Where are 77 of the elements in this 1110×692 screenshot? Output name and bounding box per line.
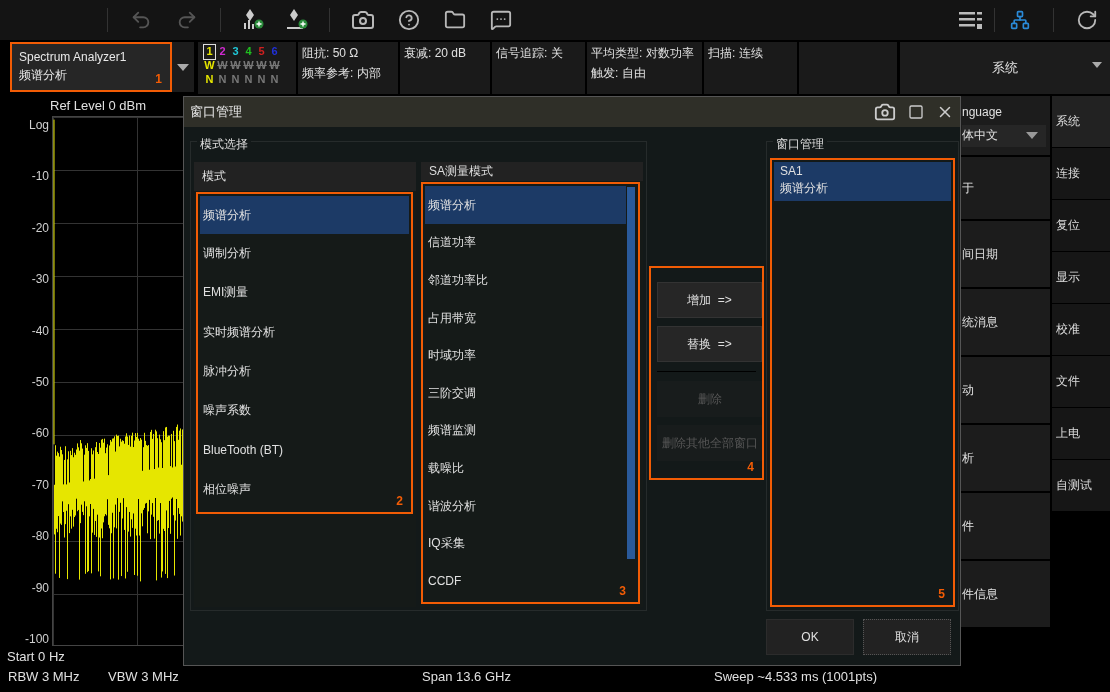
callout-number: 3 bbox=[619, 584, 626, 598]
language-dropdown[interactable]: 体中文 bbox=[962, 124, 1046, 147]
callout-number: 1 bbox=[155, 72, 162, 86]
callout-number: 2 bbox=[396, 494, 403, 508]
mode-item[interactable]: 频谱分析 bbox=[200, 196, 409, 234]
menu-header[interactable]: 系统 bbox=[900, 42, 1110, 94]
ok-button[interactable]: OK bbox=[766, 619, 854, 655]
measure-item[interactable]: 时域功率 bbox=[425, 336, 626, 375]
side-tab[interactable]: 自测试 bbox=[1052, 460, 1110, 511]
measure-item[interactable]: 信道功率 bbox=[425, 224, 626, 262]
mode-item[interactable]: 脉冲分析 bbox=[200, 351, 409, 392]
status-text: 触发: 自由 bbox=[591, 65, 647, 82]
cancel-button[interactable]: 取消 bbox=[863, 619, 951, 655]
measure-item[interactable]: 谐波分析 bbox=[425, 487, 626, 525]
callout-number: 4 bbox=[747, 460, 754, 474]
measure-item[interactable]: 频谱监测 bbox=[425, 412, 626, 450]
axis-label: -90 bbox=[31, 580, 49, 595]
trace-indicator[interactable]: 1 2 3 4 5 6 W W W W W W N N N N N N bbox=[198, 42, 296, 94]
axis-label: -50 bbox=[31, 374, 49, 389]
measure-item[interactable]: 邻道功率比 bbox=[425, 261, 626, 300]
mode-selector[interactable]: Spectrum Analyzer1 频谱分析 1 bbox=[10, 42, 172, 92]
mode-dropdown-button[interactable] bbox=[172, 42, 194, 92]
scrollbar[interactable] bbox=[627, 187, 635, 560]
dialog-title: 窗口管理 bbox=[190, 103, 243, 121]
action-button[interactable]: 替换 => bbox=[657, 326, 762, 362]
status-text: 阻抗: 50 Ω bbox=[302, 45, 360, 62]
scale-label: Log bbox=[28, 118, 49, 132]
side-tab[interactable]: 系统 bbox=[1052, 96, 1110, 147]
list-header: 模式 bbox=[194, 162, 416, 191]
side-tab[interactable]: 校准 bbox=[1052, 304, 1110, 355]
side-tab[interactable]: 连接 bbox=[1052, 148, 1110, 199]
group-title: 模式选择 bbox=[197, 136, 251, 153]
measure-item[interactable]: 载噪比 bbox=[425, 449, 626, 488]
mode-item[interactable]: 实时频谱分析 bbox=[200, 312, 409, 352]
measure-item[interactable]: 频谱分析 bbox=[425, 186, 626, 225]
mode-item[interactable]: 噪声系数 bbox=[200, 391, 409, 431]
measure-item[interactable]: IQ采集 bbox=[425, 524, 626, 563]
group-title: 窗口管理 bbox=[773, 136, 827, 153]
axis-label: -40 bbox=[31, 323, 49, 338]
marker-add-icon[interactable] bbox=[285, 8, 309, 32]
axis-label: -20 bbox=[31, 220, 49, 235]
mode-item[interactable]: EMI测量 bbox=[200, 273, 409, 313]
list-settings-icon[interactable] bbox=[958, 9, 984, 31]
camera-icon[interactable] bbox=[874, 101, 896, 123]
callout-number: 5 bbox=[938, 587, 945, 601]
status-text: 频率参考: 内部 bbox=[302, 65, 382, 82]
axis-label: -100 bbox=[24, 631, 49, 646]
maximize-icon[interactable] bbox=[908, 104, 924, 120]
measure-item[interactable]: 三阶交调 bbox=[425, 374, 626, 413]
help-icon[interactable] bbox=[396, 7, 422, 33]
status-text: 平均类型: 对数功率 bbox=[591, 45, 695, 62]
axis-label: -10 bbox=[31, 169, 49, 184]
ref-level-label: Ref Level 0 dBm bbox=[50, 97, 147, 115]
side-tab[interactable]: 上电 bbox=[1052, 408, 1110, 459]
status-text: 衰减: 20 dB bbox=[404, 45, 468, 62]
axis-label: -60 bbox=[31, 426, 49, 441]
list-header: SA测量模式 bbox=[421, 162, 643, 182]
action-button[interactable]: 增加 => bbox=[657, 282, 762, 318]
vbw-label: VBW 3 MHz bbox=[108, 668, 180, 684]
dropdown-arrow-icon[interactable] bbox=[1092, 62, 1102, 68]
start-frequency: Start 0 Hz bbox=[7, 648, 65, 664]
measure-item[interactable]: 占用带宽 bbox=[425, 299, 626, 337]
span-label: Span 13.6 GHz bbox=[422, 668, 512, 684]
marker-add-icon[interactable] bbox=[241, 8, 265, 32]
side-tab[interactable]: 显示 bbox=[1052, 252, 1110, 303]
status-text: 信号追踪: 关 bbox=[496, 45, 564, 62]
status-text: 扫描: 连续 bbox=[708, 45, 764, 62]
window-item[interactable]: SA1 频谱分析 bbox=[774, 162, 951, 201]
mode-item[interactable]: 调制分析 bbox=[200, 234, 409, 274]
axis-label: -70 bbox=[31, 477, 49, 492]
side-tab[interactable]: 复位 bbox=[1052, 200, 1110, 251]
sweep-label: Sweep ~4.533 ms (1001pts) bbox=[714, 668, 877, 684]
rbw-label: RBW 3 MHz bbox=[8, 668, 81, 684]
mode-item[interactable]: BlueTooth (BT) bbox=[200, 430, 409, 470]
axis-label: -30 bbox=[31, 272, 49, 287]
side-tab[interactable]: 文件 bbox=[1052, 356, 1110, 407]
axis-label: -80 bbox=[31, 529, 49, 544]
